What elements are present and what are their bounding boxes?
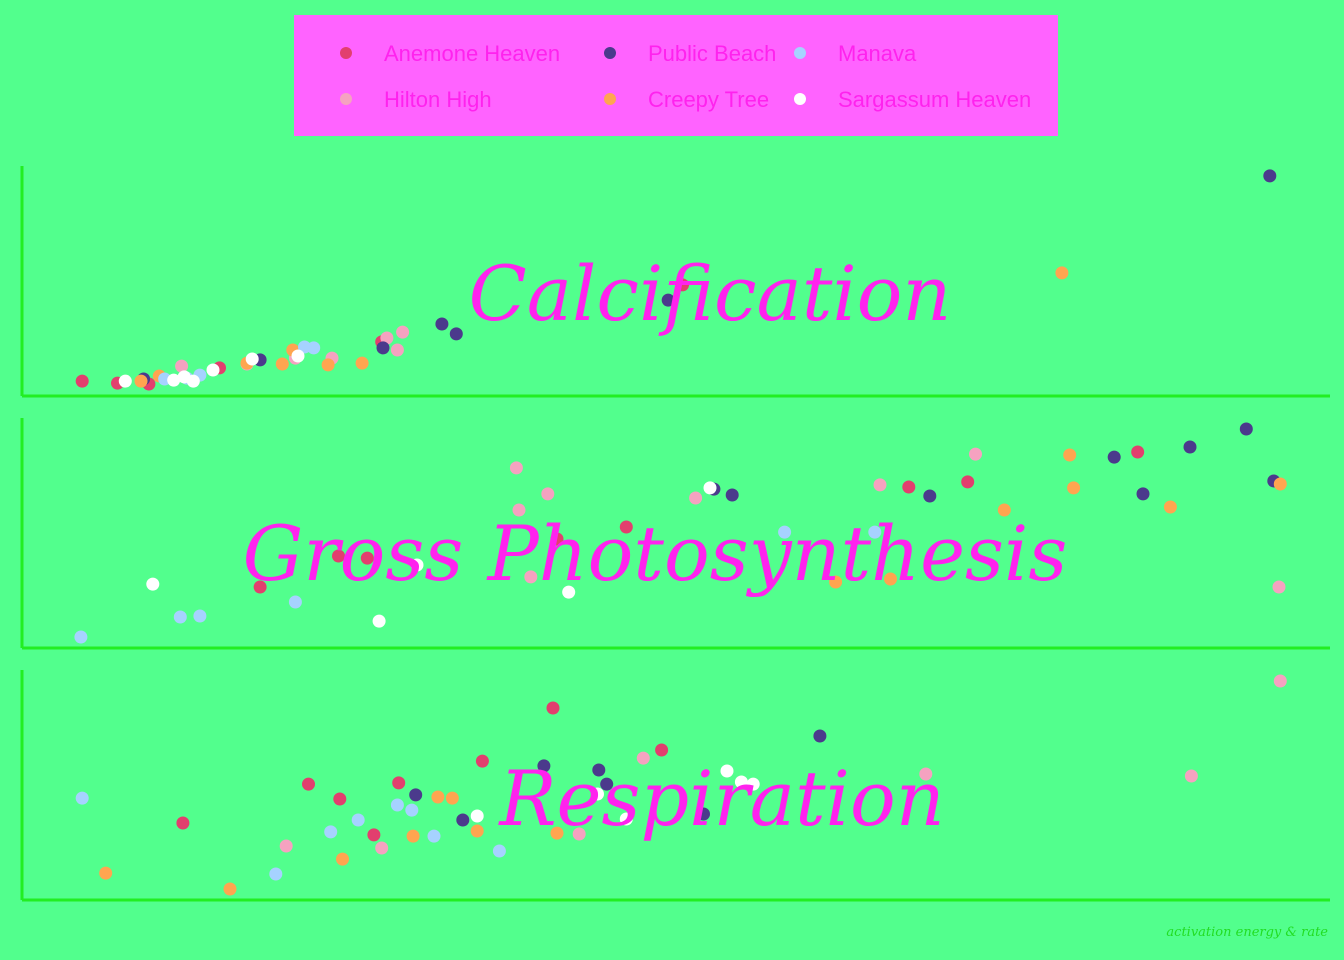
data-point (873, 478, 887, 492)
data-point (725, 488, 739, 502)
data-point (351, 813, 365, 827)
data-point (1107, 450, 1121, 464)
data-point (336, 852, 349, 866)
data-point (390, 798, 404, 812)
data-point (269, 867, 283, 881)
data-point (427, 829, 441, 843)
data-point (406, 829, 420, 843)
legend-marker (604, 93, 616, 105)
data-point (206, 363, 220, 377)
data-point (475, 754, 489, 768)
data-point (1131, 445, 1145, 459)
legend-label: Sargassum Heaven (838, 87, 1031, 112)
data-point (1273, 674, 1287, 688)
data-point (302, 777, 315, 791)
data-point (146, 577, 160, 591)
data-point (445, 791, 459, 805)
legend-marker (340, 47, 352, 59)
data-point (546, 701, 560, 715)
data-point (435, 317, 449, 331)
data-point (173, 610, 187, 624)
data-point (969, 447, 982, 461)
data-point (923, 489, 937, 503)
legend: Anemone Heaven Hilton High Public Beach Cre… (294, 15, 1058, 136)
caption: activation energy & rate (1166, 925, 1328, 940)
data-point (275, 357, 289, 371)
data-point (223, 882, 237, 896)
data-point (1136, 487, 1150, 501)
data-point (492, 844, 506, 858)
legend-label: Hilton High (384, 87, 492, 112)
legend-label: Public Beach (648, 41, 776, 66)
data-point (372, 614, 386, 628)
data-point (375, 841, 389, 855)
data-point (689, 491, 703, 505)
data-point (1163, 500, 1177, 514)
data-point (470, 824, 484, 838)
data-point (1272, 580, 1286, 594)
data-point (324, 825, 338, 839)
data-point (470, 809, 484, 823)
data-point (961, 475, 975, 489)
data-point (376, 341, 390, 355)
facet-title: Respiration (497, 754, 944, 843)
data-point (1239, 422, 1253, 436)
data-point (307, 341, 321, 355)
data-point (1063, 448, 1077, 462)
data-point (1183, 440, 1197, 454)
data-point (176, 816, 190, 830)
data-point (703, 481, 717, 495)
data-point (456, 813, 470, 827)
legend-marker (794, 47, 806, 59)
data-point (75, 791, 89, 805)
data-point (1263, 169, 1277, 183)
data-point (186, 374, 200, 388)
data-point (355, 356, 369, 370)
data-point (367, 828, 381, 842)
data-point (1184, 769, 1198, 783)
legend-marker (340, 93, 352, 105)
legend-label: Manava (838, 41, 917, 66)
data-point (396, 325, 410, 339)
data-point (1273, 477, 1287, 491)
legend-marker (604, 47, 616, 59)
data-point (390, 343, 404, 357)
legend-label: Anemone Heaven (384, 41, 560, 66)
data-point (1067, 481, 1081, 495)
data-point (118, 374, 132, 388)
data-point (541, 487, 555, 501)
data-point (509, 461, 523, 475)
data-point (245, 352, 259, 366)
legend-label: Creepy Tree (648, 87, 769, 112)
data-point (405, 803, 419, 817)
data-point (291, 349, 305, 363)
facet-title: Calcification (469, 249, 952, 338)
data-point (193, 609, 207, 623)
data-point (175, 359, 189, 373)
data-point (279, 839, 293, 853)
data-point (449, 327, 463, 341)
data-point (333, 792, 347, 806)
data-point (134, 374, 148, 388)
facet-title: Gross Photosynthesis (243, 509, 1068, 598)
legend-box (294, 15, 1058, 136)
data-point (74, 630, 88, 644)
data-point (1055, 266, 1069, 280)
data-point (902, 480, 916, 494)
data-point (813, 729, 827, 743)
data-point (321, 358, 335, 372)
data-point (392, 776, 406, 790)
data-point (431, 790, 445, 804)
data-point (99, 866, 113, 880)
data-point (75, 374, 89, 388)
legend-marker (794, 93, 806, 105)
chart-canvas: Anemone Heaven Hilton High Public Beach Cre… (0, 0, 1344, 960)
data-point (409, 788, 423, 802)
